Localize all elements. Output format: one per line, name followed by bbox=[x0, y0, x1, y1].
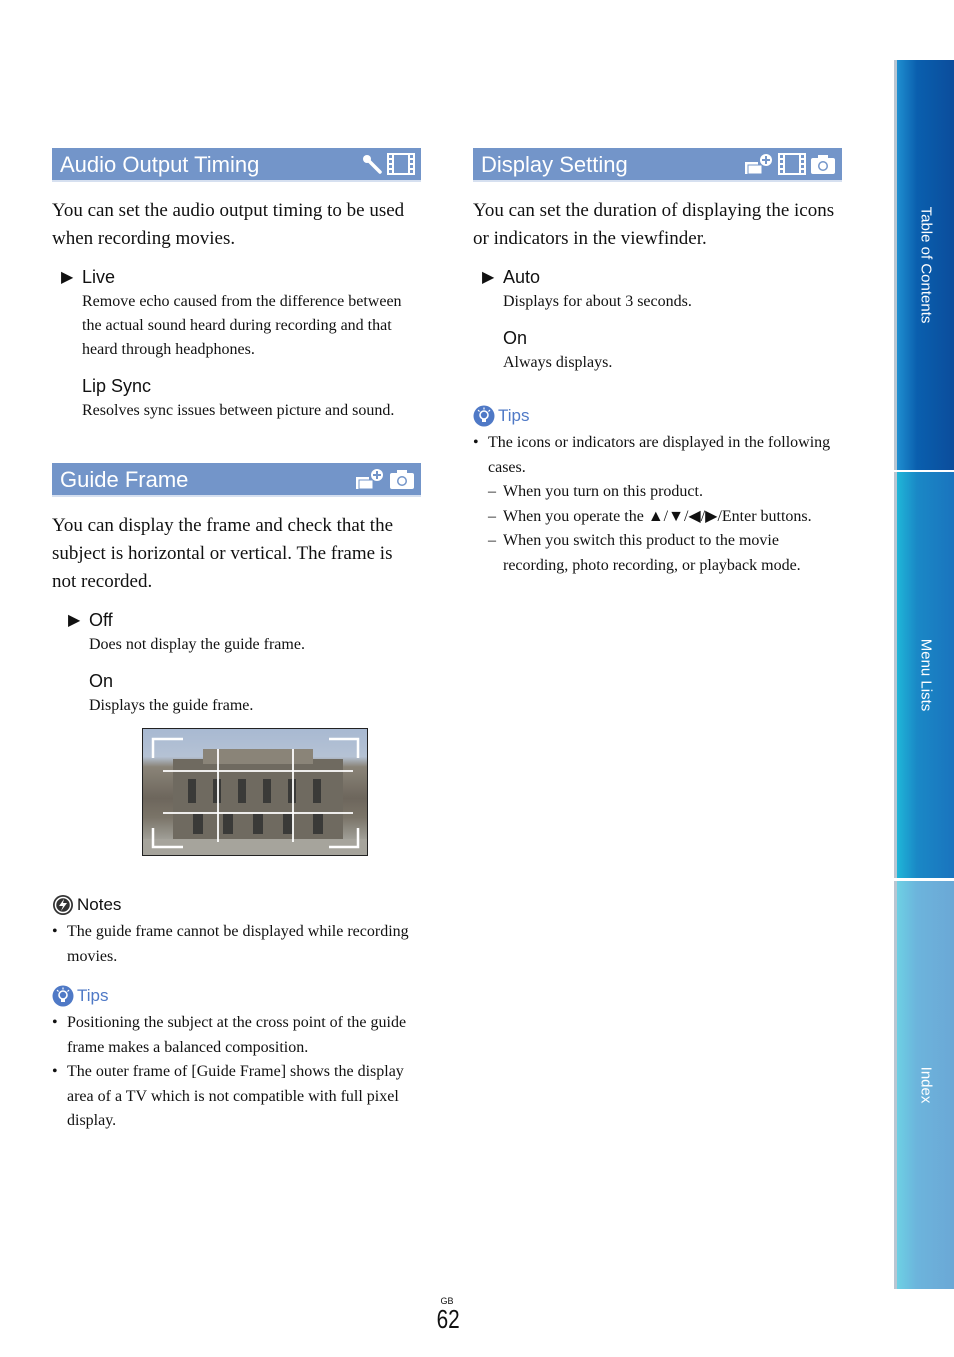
option-auto: ▶ Auto Displays for about 3 seconds. bbox=[482, 265, 842, 314]
guide-frame-example-photo bbox=[142, 728, 368, 856]
tips-sub-item: When you switch this product to the movi… bbox=[488, 529, 842, 578]
guide-frame-overlay bbox=[143, 737, 367, 855]
tips-item-text: The icons or indicators are displayed in… bbox=[488, 434, 831, 476]
option-label: Lip Sync bbox=[82, 376, 152, 396]
sidebar-tab-label: Menu Lists bbox=[917, 638, 934, 712]
tips-lightbulb-icon bbox=[52, 985, 74, 1007]
default-arrow-icon: ▶ bbox=[61, 269, 74, 286]
sidebar-tab-label: Index bbox=[917, 1066, 934, 1104]
section-title: Guide Frame bbox=[60, 467, 189, 492]
notes-heading: Notes bbox=[77, 895, 122, 914]
sidebar-tab-table-of-contents[interactable]: Table of Contents bbox=[894, 60, 954, 470]
right-column: Display Setting You can set the duration… bbox=[473, 148, 842, 578]
option-description: Remove echo caused from the difference b… bbox=[82, 293, 402, 358]
default-arrow-icon: ▶ bbox=[482, 269, 495, 286]
option-lip-sync: Lip Sync Resolves sync issues between pi… bbox=[82, 374, 421, 423]
option-label: Live bbox=[82, 267, 116, 287]
option-on: On Always displays. bbox=[503, 326, 842, 375]
option-description: Displays for about 3 seconds. bbox=[503, 293, 692, 310]
option-on: On Displays the guide frame. bbox=[89, 669, 421, 718]
tips-heading: Tips bbox=[77, 986, 109, 1005]
option-label: Off bbox=[89, 610, 113, 630]
intro-text: You can display the frame and check that… bbox=[52, 515, 394, 592]
section-header-audio-output-timing: Audio Output Timing bbox=[52, 148, 421, 182]
movie-film-icon bbox=[778, 153, 806, 175]
option-label: On bbox=[503, 328, 528, 348]
option-label: On bbox=[89, 671, 114, 691]
option-off: ▶ Off Does not display the guide frame. bbox=[68, 608, 421, 657]
left-column: Audio Output Timing You can set the audi… bbox=[52, 148, 421, 1134]
tips-block: Tips Positioning the subject at the cros… bbox=[52, 985, 421, 1134]
notes-warning-icon bbox=[53, 895, 73, 915]
playback-plus-icon bbox=[745, 154, 772, 175]
option-description: Resolves sync issues between picture and… bbox=[82, 402, 395, 419]
sidebar-tab-label: Table of Contents bbox=[917, 206, 934, 324]
page-number: GB 62 bbox=[434, 1296, 460, 1332]
option-description: Displays the guide frame. bbox=[89, 697, 254, 714]
section-header-guide-frame: Guide Frame bbox=[52, 463, 421, 497]
page-number-value: 62 bbox=[436, 1304, 460, 1334]
tips-sub-item: When you operate the ▲/▼/◀/▶/Enter butto… bbox=[488, 505, 842, 530]
option-description: Does not display the guide frame. bbox=[89, 636, 305, 653]
tips-item: The outer frame of [Guide Frame] shows t… bbox=[52, 1060, 421, 1134]
section-title: Audio Output Timing bbox=[60, 152, 260, 177]
movie-film-icon bbox=[387, 153, 415, 175]
option-description: Always displays. bbox=[503, 354, 613, 371]
tips-heading: Tips bbox=[498, 406, 530, 425]
sidebar-tab-menu-lists[interactable]: Menu Lists bbox=[894, 472, 954, 878]
camera-icon bbox=[811, 155, 835, 174]
notes-block: Notes The guide frame cannot be displaye… bbox=[52, 894, 421, 969]
tips-item: The icons or indicators are displayed in… bbox=[473, 431, 842, 578]
tips-block: Tips The icons or indicators are display… bbox=[473, 405, 842, 578]
section-title: Display Setting bbox=[481, 152, 628, 177]
microphone-icon bbox=[363, 155, 382, 174]
camera-icon bbox=[390, 470, 414, 489]
option-label: Auto bbox=[503, 267, 541, 287]
tips-sub-item: When you turn on this product. bbox=[488, 480, 842, 505]
intro-text: You can set the audio output timing to b… bbox=[52, 200, 405, 249]
option-live: ▶ Live Remove echo caused from the differ… bbox=[61, 265, 421, 362]
default-arrow-icon: ▶ bbox=[68, 612, 81, 629]
tips-lightbulb-icon bbox=[473, 405, 495, 427]
sidebar-tab-index[interactable]: Index bbox=[894, 881, 954, 1289]
tips-item: Positioning the subject at the cross poi… bbox=[52, 1011, 421, 1060]
playback-plus-icon bbox=[356, 469, 383, 490]
notes-item: The guide frame cannot be displayed whil… bbox=[52, 920, 421, 969]
intro-text: You can set the duration of displaying t… bbox=[473, 200, 835, 249]
section-header-display-setting: Display Setting bbox=[473, 148, 842, 182]
